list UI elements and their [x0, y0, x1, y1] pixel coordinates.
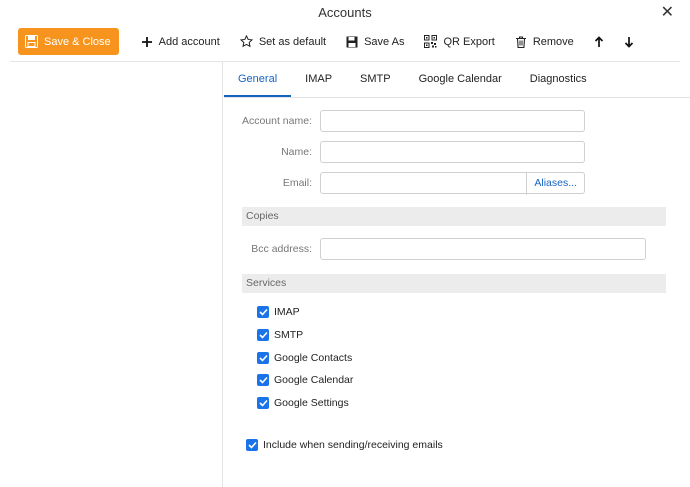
- copies-section-header: Copies: [242, 207, 666, 226]
- google-settings-checkbox[interactable]: [257, 397, 269, 409]
- window-title: Accounts: [318, 5, 372, 20]
- check-icon: [258, 354, 268, 362]
- save-close-button[interactable]: Save & Close: [18, 28, 119, 55]
- arrow-down-icon: [624, 36, 633, 48]
- tab-general[interactable]: General: [224, 62, 292, 97]
- google-settings-label: Google Settings: [274, 397, 349, 409]
- check-icon: [258, 308, 268, 316]
- account-name-row: Account name:: [224, 110, 585, 132]
- trash-icon: [515, 35, 526, 48]
- move-down-button[interactable]: [614, 28, 644, 55]
- google-calendar-label: Google Calendar: [274, 374, 354, 386]
- service-google-contacts: Google Contacts: [257, 352, 352, 364]
- toolbar: Save & Close Add account Set as default …: [18, 28, 680, 55]
- bcc-row: Bcc address:: [224, 238, 646, 260]
- service-google-settings: Google Settings: [257, 397, 349, 409]
- services-section-header: Services: [242, 274, 666, 293]
- include-sending-label: Include when sending/receiving emails: [263, 439, 443, 451]
- account-name-label: Account name:: [241, 115, 312, 127]
- close-icon[interactable]: ✕: [661, 2, 674, 22]
- service-imap: IMAP: [257, 306, 300, 318]
- bcc-label: Bcc address:: [251, 243, 312, 255]
- check-icon: [247, 441, 257, 449]
- tab-diagnostics[interactable]: Diagnostics: [516, 62, 601, 97]
- smtp-label: SMTP: [274, 329, 304, 341]
- name-field[interactable]: [320, 141, 585, 163]
- save-as-label: Save As: [364, 35, 405, 48]
- google-calendar-checkbox[interactable]: [257, 374, 269, 386]
- google-contacts-label: Google Contacts: [274, 352, 353, 364]
- check-icon: [258, 399, 268, 407]
- google-contacts-checkbox[interactable]: [257, 352, 269, 364]
- email-field[interactable]: Aliases...: [320, 172, 585, 195]
- qr-export-button[interactable]: QR Export: [414, 28, 504, 55]
- remove-label: Remove: [532, 35, 574, 48]
- save-icon: [25, 35, 38, 48]
- aliases-button[interactable]: Aliases...: [526, 173, 584, 195]
- check-icon: [258, 376, 268, 384]
- account-list[interactable]: [0, 62, 223, 487]
- include-sending-checkbox[interactable]: [246, 439, 258, 451]
- save-as-button[interactable]: Save As: [336, 28, 414, 55]
- qr-code-icon: [424, 35, 438, 48]
- move-up-button[interactable]: [584, 28, 614, 55]
- add-account-button[interactable]: Add account: [131, 28, 230, 55]
- imap-checkbox[interactable]: [257, 306, 269, 318]
- imap-label: IMAP: [274, 306, 300, 318]
- tab-google-calendar[interactable]: Google Calendar: [405, 62, 516, 97]
- email-row: Email: Aliases...: [224, 172, 585, 195]
- name-label: Name:: [281, 146, 312, 158]
- settings-tabs: General IMAP SMTP Google Calendar Diagno…: [224, 62, 690, 98]
- smtp-checkbox[interactable]: [257, 329, 269, 341]
- plus-icon: [141, 36, 152, 47]
- tab-imap[interactable]: IMAP: [291, 62, 346, 97]
- service-google-calendar: Google Calendar: [257, 374, 353, 386]
- save-close-label: Save & Close: [44, 35, 111, 48]
- email-value: [321, 173, 526, 193]
- add-account-label: Add account: [158, 35, 220, 48]
- remove-button[interactable]: Remove: [505, 28, 584, 55]
- tab-smtp[interactable]: SMTP: [346, 62, 405, 97]
- star-icon: [239, 35, 253, 48]
- set-default-button[interactable]: Set as default: [230, 28, 336, 55]
- set-default-label: Set as default: [258, 35, 327, 48]
- check-icon: [258, 331, 268, 339]
- include-sending-option: Include when sending/receiving emails: [246, 439, 443, 451]
- account-settings-panel: General IMAP SMTP Google Calendar Diagno…: [224, 62, 690, 487]
- account-name-field[interactable]: [320, 110, 585, 132]
- service-smtp: SMTP: [257, 329, 303, 341]
- bcc-field[interactable]: [320, 238, 646, 260]
- email-label: Email:: [282, 177, 312, 189]
- disk-icon: [346, 36, 358, 47]
- qr-export-label: QR Export: [443, 35, 495, 48]
- name-row: Name:: [224, 141, 585, 163]
- arrow-up-icon: [594, 35, 603, 47]
